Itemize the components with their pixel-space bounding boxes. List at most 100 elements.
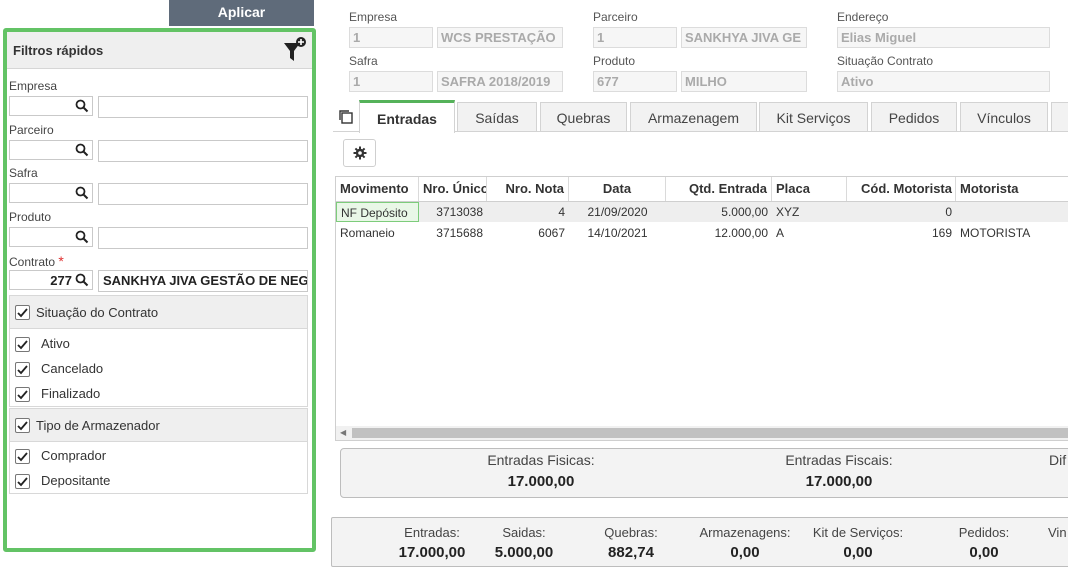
produto-code: 677 bbox=[593, 71, 677, 92]
col-qtd-entrada[interactable]: Qtd. Entrada bbox=[666, 177, 772, 201]
empresa-name: WCS PRESTAÇÃO bbox=[437, 27, 563, 48]
total-saidas-value: 5.000,00 bbox=[494, 544, 554, 561]
safra-name: SAFRA 2018/2019 bbox=[437, 71, 563, 92]
empresa-code-input[interactable] bbox=[9, 96, 93, 116]
ativo-label: Ativo bbox=[41, 336, 70, 351]
safra-desc-input[interactable] bbox=[98, 183, 308, 205]
tab-vinculos[interactable]: Vínculos bbox=[960, 102, 1048, 131]
depositante-checkbox[interactable] bbox=[15, 474, 30, 489]
total-pedidos-value: 0,00 bbox=[969, 544, 999, 561]
cell-motorista[interactable]: MOTORISTA bbox=[956, 223, 1068, 243]
col-motorista[interactable]: Motorista bbox=[956, 177, 1068, 201]
tipo-group-checkbox[interactable] bbox=[15, 418, 30, 433]
cell-data[interactable]: 21/09/2020 bbox=[569, 202, 666, 222]
scroll-left-icon[interactable]: ◀ bbox=[340, 428, 346, 437]
scrollbar-thumb[interactable] bbox=[352, 428, 1068, 438]
total-kit-servicos-value: 0,00 bbox=[843, 544, 873, 561]
grid-settings-button[interactable] bbox=[343, 139, 376, 167]
entradas-totals-box bbox=[340, 448, 1068, 498]
parceiro-name: SANKHYA JIVA GE bbox=[681, 27, 807, 48]
cell-motorista[interactable] bbox=[956, 202, 1068, 222]
search-icon[interactable] bbox=[75, 186, 89, 200]
table-row[interactable]: Romaneio 3715688 6067 14/10/2021 12.000,… bbox=[336, 223, 1068, 243]
cell-qtd-entrada[interactable]: 5.000,00 bbox=[666, 202, 772, 222]
table-row[interactable]: NF Depósito 3713038 4 21/09/2020 5.000,0… bbox=[336, 202, 1068, 222]
cell-nro-nota[interactable]: 6067 bbox=[487, 223, 569, 243]
total-quebras-label: Quebras: bbox=[604, 525, 658, 540]
checkbox-icon bbox=[17, 452, 28, 462]
col-placa[interactable]: Placa bbox=[772, 177, 847, 201]
col-nro-unico[interactable]: Nro. Único bbox=[419, 177, 487, 201]
cancelado-checkbox[interactable] bbox=[15, 362, 30, 377]
situacao-group-title: Situação do Contrato bbox=[36, 305, 159, 320]
cell-movimento[interactable]: Romaneio bbox=[336, 223, 419, 243]
search-icon[interactable] bbox=[75, 273, 89, 287]
tab-saidas[interactable]: Saídas bbox=[457, 102, 537, 131]
parceiro-filter-label: Parceiro bbox=[9, 123, 54, 137]
parceiro-label: Parceiro bbox=[593, 10, 638, 24]
cell-qtd-entrada[interactable]: 12.000,00 bbox=[666, 223, 772, 243]
cell-nro-nota[interactable]: 4 bbox=[487, 202, 569, 222]
quick-filters-panel: Filtros rápidos Empresa Parceiro Safra P… bbox=[3, 28, 316, 552]
cell-data[interactable]: 14/10/2021 bbox=[569, 223, 666, 243]
quick-filters-header: Filtros rápidos bbox=[7, 32, 312, 69]
empresa-desc-input[interactable] bbox=[98, 96, 308, 118]
total-pedidos-label: Pedidos: bbox=[958, 525, 1010, 540]
checkbox-icon bbox=[17, 308, 28, 318]
finalizado-checkbox[interactable] bbox=[15, 387, 30, 402]
tab-kit-servicos[interactable]: Kit Serviços bbox=[759, 102, 868, 131]
situacao-contrato-label: Situação Contrato bbox=[837, 54, 934, 68]
search-icon[interactable] bbox=[75, 143, 89, 157]
endereco-label: Endereço bbox=[837, 10, 889, 24]
produto-label: Produto bbox=[593, 54, 636, 68]
cell-placa[interactable]: A bbox=[772, 223, 847, 243]
contrato-filter-label: Contrato * bbox=[9, 253, 64, 269]
tipo-group-header[interactable]: Tipo de Armazenador bbox=[9, 408, 308, 442]
tab-quebras[interactable]: Quebras bbox=[540, 102, 627, 131]
gear-icon bbox=[353, 146, 367, 160]
ativo-checkbox[interactable] bbox=[15, 337, 30, 352]
search-icon[interactable] bbox=[75, 99, 89, 113]
col-data[interactable]: Data bbox=[569, 177, 666, 201]
endereco-value: Elias Miguel bbox=[837, 27, 1050, 48]
tab-pedidos[interactable]: Pedidos bbox=[871, 102, 957, 131]
produto-code-input[interactable] bbox=[9, 227, 93, 247]
empresa-label: Empresa bbox=[349, 10, 398, 24]
tab-armazenagem[interactable]: Armazenagem bbox=[630, 102, 757, 131]
filter-add-icon[interactable] bbox=[282, 36, 306, 64]
contrato-desc-input[interactable]: SANKHYA JIVA GESTÃO DE NEG bbox=[98, 270, 308, 292]
contrato-code-input[interactable]: 277 bbox=[9, 270, 93, 290]
situacao-group-header[interactable]: Situação do Contrato bbox=[9, 295, 308, 329]
cell-cod-motorista[interactable]: 169 bbox=[847, 223, 956, 243]
total-quebras-value: 882,74 bbox=[608, 544, 654, 561]
checkbox-icon bbox=[17, 477, 28, 487]
total-saidas-label: Saidas: bbox=[502, 525, 546, 540]
tab-entradas[interactable]: Entradas bbox=[359, 100, 455, 133]
apply-button[interactable]: Aplicar bbox=[169, 0, 314, 26]
depositante-label: Depositante bbox=[41, 473, 111, 488]
cell-movimento[interactable]: NF Depósito bbox=[336, 202, 419, 222]
required-marker: * bbox=[58, 253, 64, 269]
cell-cod-motorista[interactable]: 0 bbox=[847, 202, 956, 222]
total-armazenagens-label: Armazenagens: bbox=[699, 525, 791, 540]
col-movimento[interactable]: Movimento bbox=[336, 177, 419, 201]
col-nro-nota[interactable]: Nro. Nota bbox=[487, 177, 569, 201]
cell-placa[interactable]: XYZ bbox=[772, 202, 847, 222]
col-cod-motorista[interactable]: Cód. Motorista bbox=[847, 177, 956, 201]
safra-code-input[interactable] bbox=[9, 183, 93, 203]
comprador-checkbox[interactable] bbox=[15, 449, 30, 464]
search-icon[interactable] bbox=[75, 230, 89, 244]
situacao-group-checkbox[interactable] bbox=[15, 305, 30, 320]
contrato-code-value: 277 bbox=[50, 273, 72, 288]
parceiro-desc-input[interactable] bbox=[98, 140, 308, 162]
tab-overflow[interactable] bbox=[1051, 102, 1068, 131]
total-vinculos-label: Vin bbox=[1048, 525, 1067, 540]
cell-nro-unico[interactable]: 3715688 bbox=[419, 223, 487, 243]
produto-desc-input[interactable] bbox=[98, 227, 308, 249]
parceiro-code-input[interactable] bbox=[9, 140, 93, 160]
cell-nro-unico[interactable]: 3713038 bbox=[419, 202, 487, 222]
total-armazenagens-value: 0,00 bbox=[730, 544, 760, 561]
copy-icon[interactable] bbox=[337, 108, 355, 126]
produto-name: MILHO bbox=[681, 71, 807, 92]
entradas-fiscais-label: Entradas Fiscais: bbox=[785, 452, 893, 468]
